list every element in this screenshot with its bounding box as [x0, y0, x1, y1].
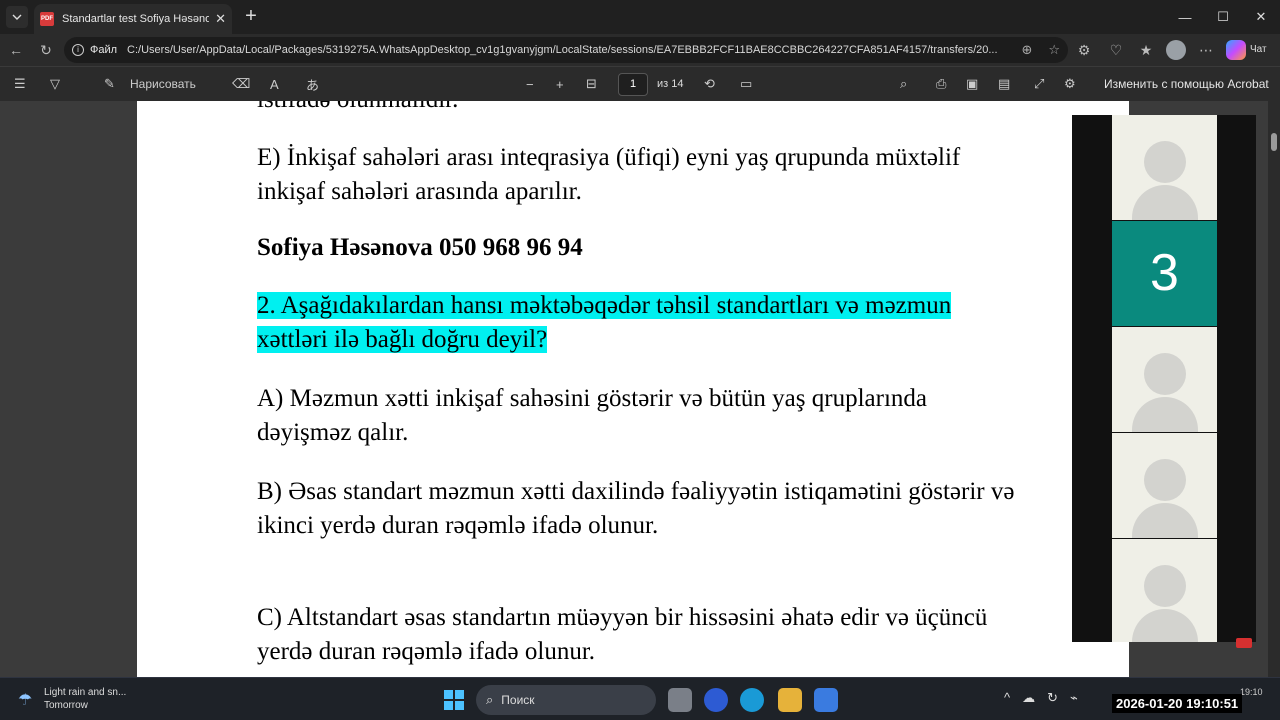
participant-tile[interactable]: [1112, 327, 1217, 432]
highlighted-question: 2. Aşağıdakılardan hansı məktəbəqədər tə…: [257, 292, 952, 353]
window-controls: — ☐ ✕: [1166, 0, 1280, 34]
profile-avatar[interactable]: [1166, 40, 1186, 60]
option-b: B) Əsas standart məzmun xətti daxilində …: [257, 478, 1015, 539]
file-explorer-icon[interactable]: [778, 688, 802, 712]
page-view-icon[interactable]: ▭: [740, 75, 752, 93]
weather-condition: Light rain and sn...: [44, 687, 127, 698]
tab-bar: PDF Standartlar test Sofiya Həsənova 0 ✕…: [0, 0, 1280, 34]
chat-label[interactable]: Чат: [1250, 44, 1267, 55]
fullscreen-icon[interactable]: ⤢: [1034, 75, 1044, 93]
timestamp-overlay: 2026-01-20 19:10:51: [1112, 694, 1243, 713]
draw-button[interactable]: Нарисовать: [130, 75, 196, 93]
scrollbar-thumb[interactable]: [1271, 133, 1277, 151]
edge-icon[interactable]: [740, 688, 764, 712]
weather-day: Tomorrow: [44, 700, 88, 711]
avatar: [1144, 141, 1186, 183]
browser-tab[interactable]: PDF Standartlar test Sofiya Həsənova 0 ✕: [34, 4, 232, 34]
settings-gear-icon[interactable]: ⚙: [1064, 75, 1076, 93]
refresh-icon[interactable]: ↻: [36, 40, 56, 60]
read-aloud-icon[interactable]: A: [270, 75, 279, 93]
copilot-icon[interactable]: [1226, 40, 1246, 60]
task-view-icon[interactable]: [668, 688, 692, 712]
zoom-out-icon[interactable]: −: [526, 75, 534, 93]
avatar: [1144, 565, 1186, 607]
save-as-icon[interactable]: ▤: [998, 75, 1010, 93]
question-text: 2. Aşağıdakılardan hansı məktəbəqədər tə…: [257, 289, 1017, 357]
avatar: [1144, 459, 1186, 501]
highlight-icon[interactable]: ▽: [50, 75, 60, 93]
translate-icon[interactable]: あ: [306, 75, 319, 93]
address-url: C:/Users/User/AppData/Local/Packages/531…: [127, 44, 998, 56]
start-button[interactable]: [444, 690, 464, 710]
edit-with-acrobat-button[interactable]: Изменить с помощью Acrobat: [1104, 77, 1269, 91]
more-menu-icon[interactable]: ⋯: [1196, 40, 1216, 60]
rain-icon: ☂: [18, 692, 33, 709]
maximize-button[interactable]: ☐: [1204, 0, 1242, 34]
info-icon[interactable]: i: [72, 44, 84, 56]
extensions-icon[interactable]: ⚙: [1074, 40, 1094, 60]
author-line: Sofiya Həsənova 050 968 96 94: [257, 234, 583, 261]
close-window-button[interactable]: ✕: [1242, 0, 1280, 34]
taskbar-search[interactable]: ⌕ Поиск: [476, 685, 656, 715]
address-scheme: Файл: [90, 44, 118, 56]
browser-essentials-icon[interactable]: ♡: [1106, 40, 1126, 60]
draw-icon[interactable]: ✎: [104, 75, 115, 93]
search-placeholder: Поиск: [501, 693, 535, 707]
navigation-bar: ← ↻ i Файл C:/Users/User/AppData/Local/P…: [0, 34, 1280, 66]
address-bar[interactable]: i Файл C:/Users/User/AppData/Local/Packa…: [64, 37, 1068, 63]
save-icon[interactable]: ▣: [966, 75, 978, 93]
system-clock[interactable]: 19:10: [1240, 687, 1263, 697]
participant-tile[interactable]: [1112, 539, 1217, 642]
print-icon[interactable]: ⎙: [936, 75, 946, 93]
previous-line-fragment: istifadə olunmalıdır.: [257, 101, 1017, 117]
favorite-star-icon[interactable]: ☆: [1048, 42, 1060, 58]
page-number-input[interactable]: 1: [618, 73, 648, 96]
system-tray: ^ ☁ ↻ ⌁: [1004, 690, 1078, 706]
participant-tile[interactable]: [1112, 115, 1217, 220]
tray-chevron-icon[interactable]: ^: [1004, 690, 1010, 706]
zoom-app-icon[interactable]: [704, 688, 728, 712]
pdf-toolbar: ☰ ▽ ✎ Нарисовать ⌫ A あ − + ⊟ 1 из 14 ⟲ ▭…: [0, 66, 1280, 101]
option-a: A) Məzmun xətti inkişaf sahəsini göstəri…: [257, 385, 927, 446]
contents-icon[interactable]: ☰: [14, 75, 26, 93]
participant-count-tile[interactable]: 3: [1112, 221, 1217, 326]
rotate-icon[interactable]: ⟲: [704, 75, 715, 93]
option-c: C) Altstandart əsas standartın müəyyən b…: [257, 604, 988, 665]
video-call-panel: 3: [1072, 115, 1256, 642]
pdf-icon: PDF: [40, 12, 54, 26]
pdf-page: istifadə olunmalıdır. E) İnkişaf sahələr…: [137, 101, 1129, 677]
new-tab-button[interactable]: +: [240, 6, 262, 28]
fit-page-icon[interactable]: ⊟: [586, 75, 597, 93]
onedrive-icon[interactable]: ☁: [1022, 690, 1035, 706]
participant-tile[interactable]: [1112, 433, 1217, 538]
page-total: из 14: [657, 78, 684, 90]
tab-close-icon[interactable]: ✕: [215, 11, 226, 27]
tab-title: Standartlar test Sofiya Həsənova 0: [62, 13, 210, 25]
zoom-in-icon[interactable]: +: [556, 75, 564, 93]
minimize-button[interactable]: —: [1166, 0, 1204, 34]
sync-icon[interactable]: ↻: [1047, 690, 1058, 706]
eraser-icon[interactable]: ⌫: [232, 75, 250, 93]
avatar: [1144, 353, 1186, 395]
weather-widget[interactable]: ☂ Light rain and sn... Tomorrow: [18, 686, 126, 712]
search-icon[interactable]: ⌕: [900, 75, 907, 93]
search-icon: ⌕: [486, 692, 494, 707]
zoom-icon[interactable]: ⊕: [1021, 42, 1032, 58]
scrollbar[interactable]: [1268, 101, 1280, 677]
recording-indicator: [1236, 638, 1252, 648]
tab-actions-menu-icon[interactable]: [6, 6, 28, 28]
option-e: E) İnkişaf sahələri arası inteqrasiya (ü…: [257, 144, 961, 205]
store-icon[interactable]: [814, 688, 838, 712]
back-icon[interactable]: ←: [6, 40, 26, 60]
favorites-icon[interactable]: ★: [1136, 40, 1156, 60]
network-icon[interactable]: ⌁: [1070, 690, 1078, 706]
taskbar: ☂ Light rain and sn... Tomorrow ⌕ Поиск …: [0, 677, 1280, 720]
